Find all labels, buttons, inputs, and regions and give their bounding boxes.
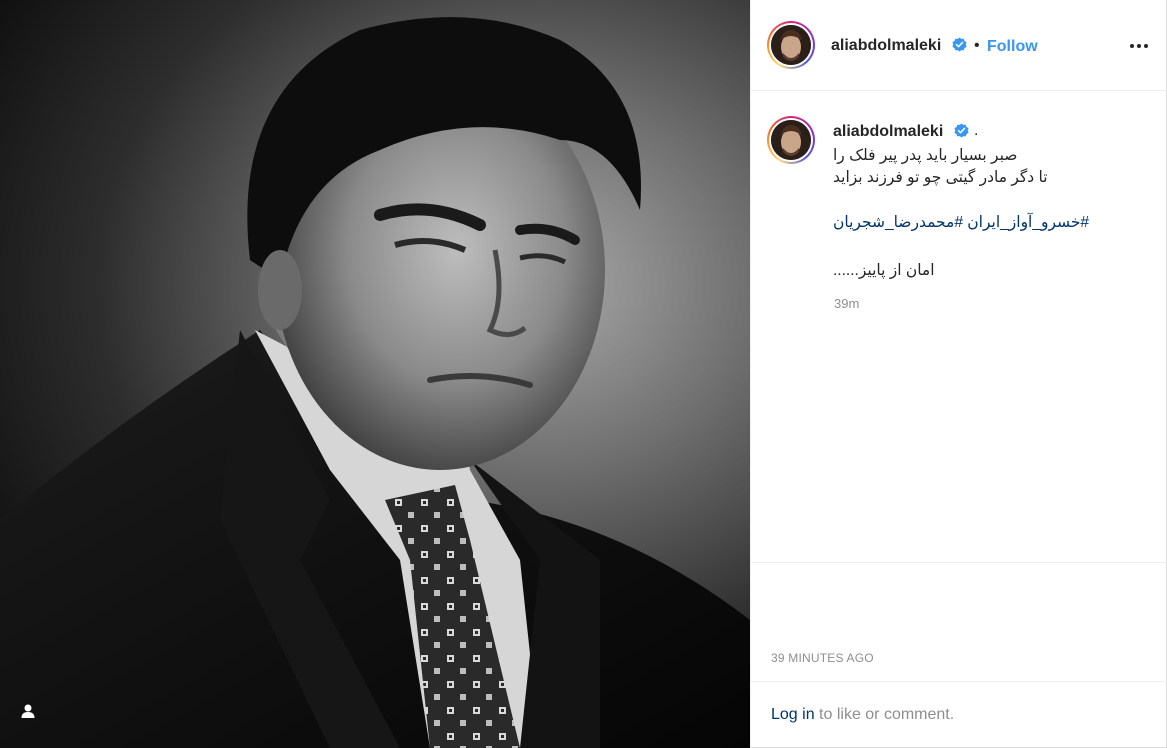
section-divider bbox=[751, 681, 1167, 682]
follow-button[interactable]: Follow bbox=[987, 38, 1038, 56]
verified-badge-icon bbox=[954, 123, 969, 138]
caption-line-1: صبر بسیار باید پدر پیر فلک را bbox=[833, 147, 1018, 164]
verified-badge-icon bbox=[952, 37, 967, 52]
hashtag-link[interactable]: #خسرو_آواز_ایران bbox=[967, 214, 1089, 231]
more-horizontal-icon bbox=[1130, 44, 1148, 48]
section-divider bbox=[751, 562, 1167, 563]
post-timestamp[interactable]: 39 MINUTES AGO bbox=[771, 651, 874, 665]
post-header: aliabdolmaleki • Follow bbox=[751, 0, 1167, 91]
caption-username[interactable]: aliabdolmaleki bbox=[833, 123, 943, 141]
hashtag-link[interactable]: #محمدرضا_شجریان bbox=[833, 214, 963, 231]
post-image bbox=[0, 0, 750, 748]
caption-avatar[interactable] bbox=[767, 116, 815, 164]
avatar-image bbox=[771, 120, 811, 160]
header-username[interactable]: aliabdolmaleki bbox=[831, 37, 941, 55]
caption-relative-time[interactable]: 39m bbox=[834, 296, 859, 311]
post-sidebar: aliabdolmaleki • Follow aliabdolmaleki .… bbox=[750, 0, 1167, 748]
person-icon bbox=[21, 704, 35, 718]
caption-line-2: تا دگر مادر گیتی چو تو فرزند بزاید bbox=[833, 169, 1048, 186]
avatar-image bbox=[771, 25, 811, 65]
login-prompt: Log in to like or comment. bbox=[771, 706, 954, 724]
tagged-users-button[interactable] bbox=[20, 703, 48, 731]
header-separator: • bbox=[974, 37, 980, 54]
login-suffix: to like or comment. bbox=[814, 706, 955, 723]
portrait-illustration bbox=[0, 17, 750, 748]
login-link[interactable]: Log in bbox=[771, 706, 815, 723]
caption-trailing-dot: . bbox=[974, 122, 979, 139]
caption-line-4: امان از پاییز...... bbox=[833, 262, 935, 279]
more-options-button[interactable] bbox=[1127, 34, 1151, 58]
caption-hashtags: #خسرو_آواز_ایران #محمدرضا_شجریان bbox=[833, 213, 1123, 232]
header-avatar[interactable] bbox=[767, 21, 815, 69]
